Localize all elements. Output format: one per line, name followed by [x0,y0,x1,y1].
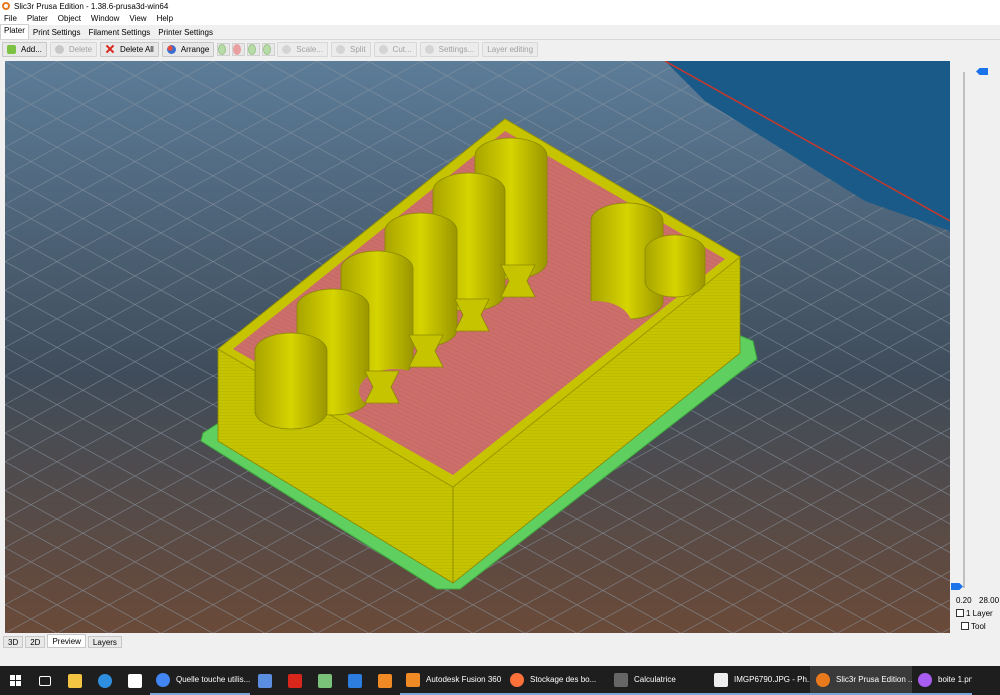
menu-object[interactable]: Object [57,14,82,23]
houzz-button[interactable] [250,666,280,695]
file-explorer-button[interactable] [60,666,90,695]
start-button[interactable] [0,666,30,695]
split-icon [335,44,345,54]
edge-button[interactable] [90,666,120,695]
windows-logo-icon [9,675,21,686]
tab-printer-settings[interactable]: Printer Settings [154,26,217,39]
taskbar-app-fusion[interactable]: Autodesk Fusion 360 [400,666,504,695]
add-button[interactable]: Add... [2,41,47,57]
tool-checkbox[interactable]: Tool [961,622,986,631]
slic3r-icon [816,672,830,687]
taskbar-app-image[interactable]: boite 1.png [912,666,972,695]
chrome-icon [156,672,170,687]
taskbar-app-photos[interactable]: IMGP6790.JPG - Ph... [708,666,810,695]
tab-2d[interactable]: 2D [25,636,46,648]
one-layer-checkbox-box[interactable] [956,609,964,617]
tab-print-settings[interactable]: Print Settings [29,26,85,39]
preview-canvas[interactable] [5,61,950,633]
add-icon [7,44,16,54]
menu-bar: File Plater Object Window View Help [0,12,1000,25]
scale-icon [282,44,292,54]
rotate-right-button[interactable] [262,42,276,56]
task-view-icon [39,675,51,686]
filezilla-button[interactable] [280,666,310,695]
menu-plater[interactable]: Plater [26,14,49,23]
gear-icon [424,44,434,54]
taskbar-app-calculator[interactable]: Calculatrice [608,666,708,695]
arrange-button[interactable]: Arrange [161,41,215,57]
max-layer-height: 28.00 [979,596,1000,605]
firefox-icon [510,672,524,687]
notepad-icon [318,673,332,688]
taskbar-app-chrome[interactable]: Quelle touche utilis... [150,666,250,695]
folder-icon [68,673,82,688]
preview-scene [5,61,950,633]
layer-slider-track[interactable] [963,72,965,588]
menu-view[interactable]: View [128,14,147,23]
tab-preview[interactable]: Preview [47,634,86,648]
plater-toolbar: Add... Delete Delete All Arrange Scale..… [0,40,1000,58]
delete-all-button[interactable]: Delete All [100,41,159,57]
title-bar: Slic3r Prusa Edition - 1.38.6-prusa3d-wi… [0,0,1000,12]
plus-icon [218,43,227,55]
task-view-button[interactable] [30,666,60,695]
filezilla-icon [288,673,302,688]
settings-button[interactable]: Settings... [419,41,480,57]
fusion-360-icon [406,672,420,687]
one-layer-checkbox[interactable]: 1 Layer [956,609,993,618]
store-button[interactable] [120,666,150,695]
minus-icon [233,43,242,55]
image-viewer-icon [918,672,932,687]
slic3r-logo-icon [2,2,10,10]
notepad-button[interactable] [310,666,340,695]
windows-taskbar: Quelle touche utilis... Autodesk Fusion … [0,666,1000,695]
view-tabs: 3D 2D Preview Layers [0,634,1000,648]
rotate-left-button[interactable] [247,42,261,56]
increase-copies-button[interactable] [217,42,231,56]
tab-plater[interactable]: Plater [0,24,29,39]
houzz-icon [258,673,272,688]
menu-window[interactable]: Window [90,14,120,23]
vlc-icon [378,673,392,688]
delete-button[interactable]: Delete [49,41,98,57]
edge-icon [98,673,112,688]
min-layer-height: 0.20 [956,596,972,605]
dropbox-button[interactable] [340,666,370,695]
layer-editing-button[interactable]: Layer editing [482,41,539,57]
tab-3d[interactable]: 3D [3,636,24,648]
settings-tabs: Plater Print Settings Filament Settings … [0,24,1000,40]
taskbar-app-slic3r[interactable]: Slic3r Prusa Edition ... [810,666,912,695]
rotate-left-icon [248,43,257,55]
store-icon [128,673,142,688]
taskbar-app-firefox[interactable]: Stockage des bo... [504,666,608,695]
tab-layers[interactable]: Layers [87,636,122,648]
cut-icon [378,44,388,54]
menu-help[interactable]: Help [156,14,174,23]
scale-button[interactable]: Scale... [277,41,328,57]
rotate-right-icon [263,43,272,55]
tool-checkbox-box[interactable] [961,622,969,630]
delete-icon [54,44,64,54]
split-button[interactable]: Split [330,41,371,57]
cut-button[interactable]: Cut... [373,41,417,57]
delete-all-icon [105,44,115,54]
photos-icon [714,672,728,687]
layer-side-panel [950,61,1000,633]
decrease-copies-button[interactable] [232,42,246,56]
window-title: Slic3r Prusa Edition - 1.38.6-prusa3d-wi… [14,1,169,11]
calculator-icon [614,672,628,687]
arrange-icon [166,44,176,54]
dropbox-icon [348,673,362,688]
vlc-button[interactable] [370,666,400,695]
menu-file[interactable]: File [3,14,18,23]
tab-filament-settings[interactable]: Filament Settings [84,26,154,39]
